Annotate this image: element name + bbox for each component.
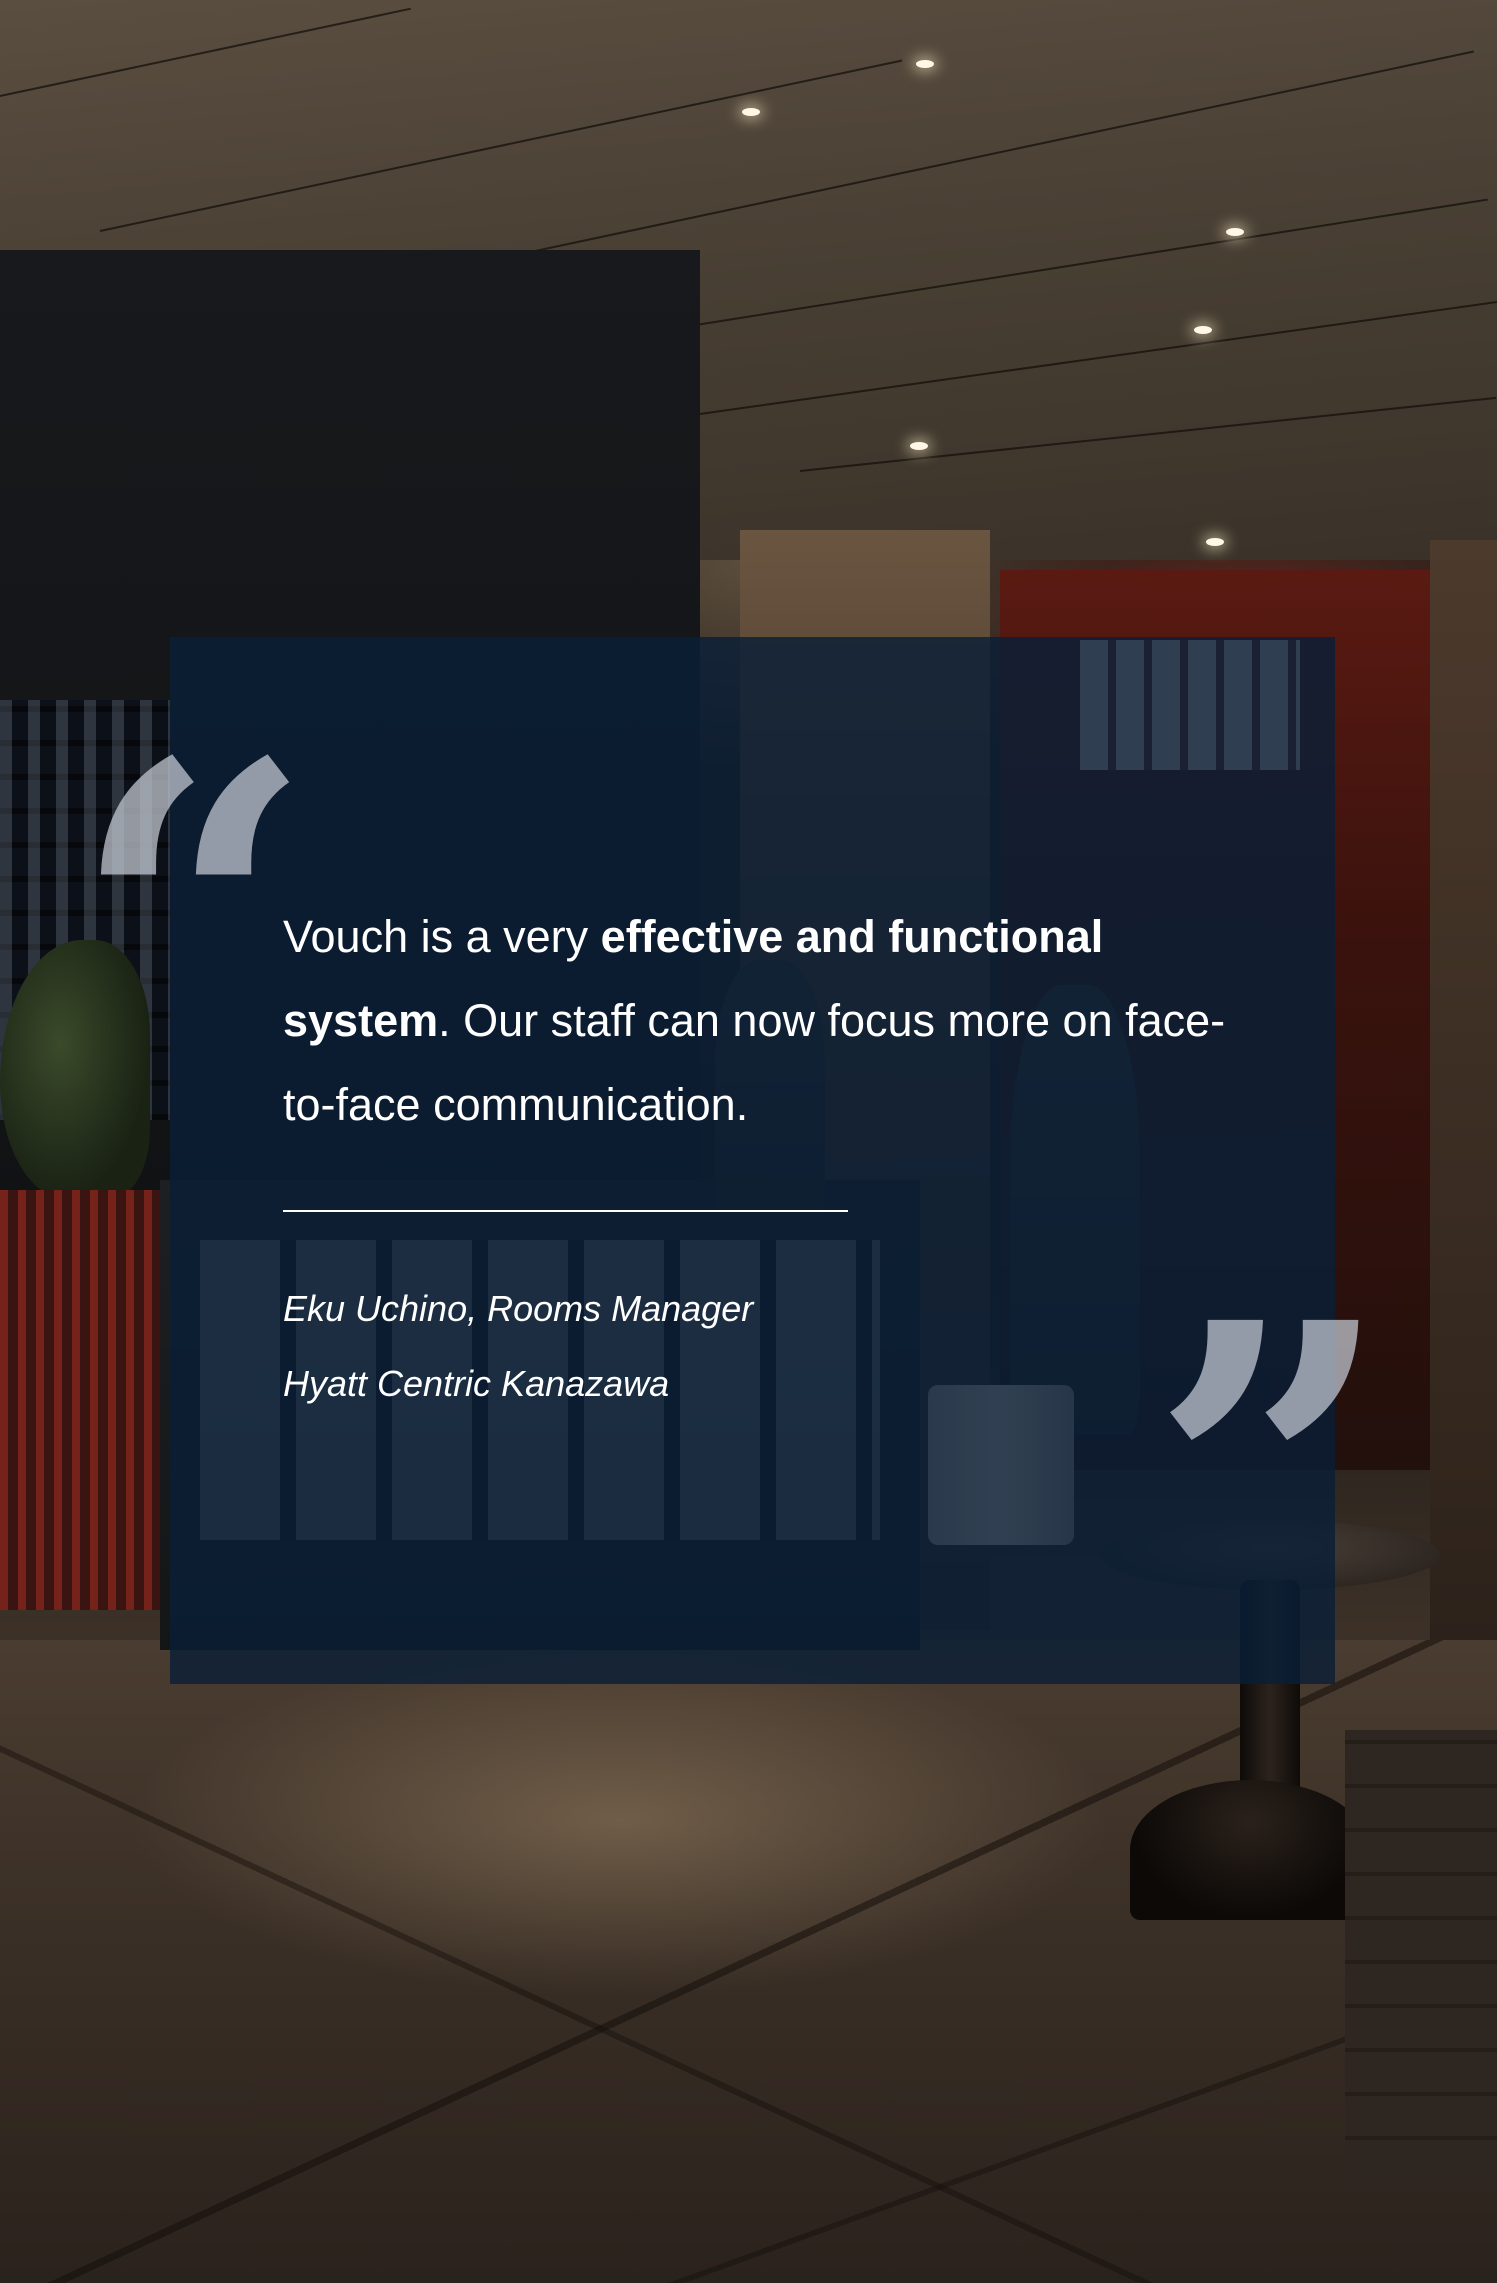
right-wall [1430,540,1497,1740]
ceiling-light [742,108,760,116]
testimonial-quote: Vouch is a very effective and functional… [283,895,1243,1147]
ceiling-light [916,60,934,68]
hotel-lobby-background: “ ” Vouch is a very effective and functi… [0,0,1497,2283]
stone-block [1345,1730,1497,2180]
side-table-foot [1130,1780,1370,1920]
divider-line [283,1210,848,1212]
ceiling-light [1226,228,1244,236]
ceiling-light [910,442,928,450]
testimonial-company: Hyatt Centric Kanazawa [283,1363,670,1404]
testimonial-author: Eku Uchino, Rooms Manager [283,1288,754,1329]
ceiling-light [1194,326,1212,334]
testimonial-panel [170,637,1335,1684]
quote-text-start: Vouch is a very [283,911,601,962]
ceiling-light [1206,538,1224,546]
